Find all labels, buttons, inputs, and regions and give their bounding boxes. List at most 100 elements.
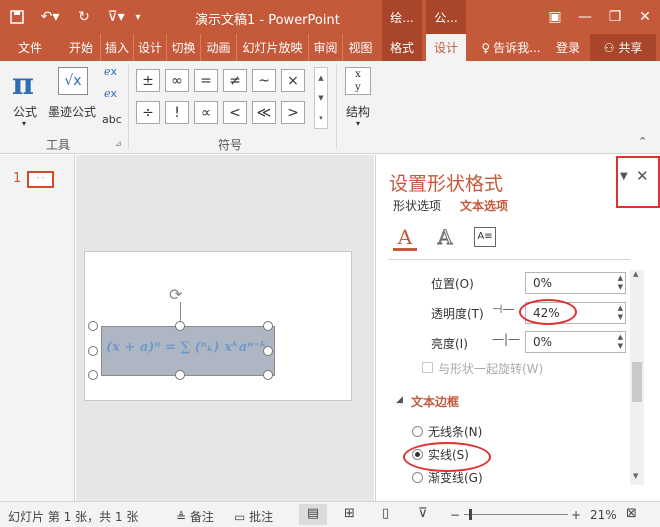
notes-icon: ≜ xyxy=(176,510,187,524)
symbol-greater-than[interactable]: > xyxy=(281,101,305,124)
tab-slideshow[interactable]: 幻灯片放映 xyxy=(236,34,308,61)
zoom-level[interactable]: 21% xyxy=(590,508,617,522)
radio-no-line[interactable] xyxy=(412,426,423,437)
gallery-scroll[interactable]: ▲ ▼ ▾ xyxy=(314,67,328,129)
text-fill-outline-icon[interactable]: A xyxy=(393,225,417,251)
textbox-icon[interactable]: A≡ xyxy=(474,227,496,247)
symbol-infinity[interactable]: ∞ xyxy=(165,69,189,92)
minimize-icon[interactable]: — xyxy=(570,0,600,34)
ribbon-tabs: 文件 开始 插入 设计 切换 动画 幻灯片放映 审阅 视图 格式 设计 ♀ 告诉… xyxy=(0,34,660,61)
symbol-times[interactable]: × xyxy=(281,69,305,92)
comments-button[interactable]: ▭ 批注 xyxy=(234,508,273,525)
tab-home[interactable]: 开始 xyxy=(64,34,98,61)
position-input[interactable]: 0% ▲ ▼ xyxy=(525,272,626,294)
close-window-icon[interactable]: ✕ xyxy=(630,0,660,34)
symbol-proportional[interactable]: ∝ xyxy=(194,101,218,124)
sign-in-link[interactable]: 登录 xyxy=(550,34,586,61)
save-icon[interactable] xyxy=(4,0,30,34)
brightness-input[interactable]: 0% ▲ ▼ xyxy=(525,331,626,353)
redo-icon[interactable]: ↻ xyxy=(72,0,96,34)
symbol-not-equal[interactable]: ≠ xyxy=(223,69,247,92)
slide-thumbnail[interactable]: - - xyxy=(27,171,54,188)
zoom-slider[interactable] xyxy=(464,514,568,515)
context-tab-equation[interactable]: 公... xyxy=(426,0,466,34)
tab-file[interactable]: 文件 xyxy=(4,34,56,61)
ink-equation-button[interactable]: √x 墨迹公式 xyxy=(48,65,100,125)
zoom-out-icon[interactable]: − xyxy=(450,508,460,522)
equation-button[interactable]: π 公式 ▾ xyxy=(8,65,46,131)
symbol-much-less[interactable]: ≪ xyxy=(252,101,276,124)
text-effects-icon[interactable]: A xyxy=(433,225,457,251)
symbol-less-than[interactable]: < xyxy=(223,101,247,124)
symbol-divide[interactable]: ÷ xyxy=(136,101,160,124)
fit-to-window-icon[interactable]: ⊠ xyxy=(626,506,637,521)
resize-handle-t[interactable] xyxy=(175,321,185,331)
slideshow-view-icon[interactable]: ⊽ xyxy=(418,506,428,521)
tab-animations[interactable]: 动画 xyxy=(200,34,236,61)
slideshow-icon[interactable]: ⊽▾ xyxy=(102,0,130,34)
resize-handle-tl[interactable] xyxy=(88,321,98,331)
slide-sorter-icon[interactable]: ⊞ xyxy=(344,506,355,521)
position-value: 0% xyxy=(533,276,553,290)
professional-format-icon[interactable]: ℯx xyxy=(104,65,117,78)
resize-handle-tr[interactable] xyxy=(263,321,273,331)
context-tab-drawing[interactable]: 绘... xyxy=(382,0,422,34)
notes-label: 备注 xyxy=(189,510,214,524)
resize-handle-b[interactable] xyxy=(175,370,185,380)
comment-icon: ▭ xyxy=(234,510,246,524)
tab-shape-options[interactable]: 形状选项 xyxy=(393,197,441,214)
spin-arrows-icon[interactable]: ▲ ▼ xyxy=(618,274,623,292)
pane-options-icon[interactable]: ▼ xyxy=(620,171,628,182)
tab-format[interactable]: 格式 xyxy=(382,34,422,61)
normal-view-icon[interactable]: ▤ xyxy=(299,504,327,525)
tab-insert[interactable]: 插入 xyxy=(100,34,133,61)
symbol-tilde[interactable]: ~ xyxy=(252,69,276,92)
tools-group-label: 工具 xyxy=(46,138,71,152)
tab-design[interactable]: 设计 xyxy=(133,34,166,61)
ribbon-display-icon[interactable]: ▣ xyxy=(540,0,570,34)
scroll-up-icon[interactable]: ▲ xyxy=(633,270,638,278)
tab-equation-design[interactable]: 设计 xyxy=(426,34,466,61)
transparency-slider[interactable]: ⊣— xyxy=(492,302,514,316)
window-title: 演示文稿1 - PowerPoint xyxy=(195,13,340,28)
tab-text-options[interactable]: 文本选项 xyxy=(460,197,508,214)
zoom-in-icon[interactable]: + xyxy=(571,508,581,522)
symbol-plus-minus[interactable]: ± xyxy=(136,69,160,92)
tell-me-search[interactable]: ♀ 告诉我... xyxy=(476,34,546,61)
collapse-section-icon[interactable]: ◢ xyxy=(396,395,403,405)
share-button[interactable]: ⚇ 共享 xyxy=(590,34,656,61)
tab-transitions[interactable]: 切换 xyxy=(166,34,200,61)
tab-view[interactable]: 视图 xyxy=(342,34,378,61)
linear-format-icon[interactable]: ℯx xyxy=(104,87,117,100)
restore-icon[interactable]: ❐ xyxy=(600,0,630,34)
symbol-factorial[interactable]: ! xyxy=(165,101,189,124)
tab-review[interactable]: 审阅 xyxy=(308,34,342,61)
dialog-launcher-icon[interactable]: ⊿ xyxy=(115,139,122,148)
slide[interactable]: ⟳ (x + a)ⁿ = ∑ (ⁿₖ) xᵏaⁿ⁻ᵏ xyxy=(84,251,352,401)
resize-handle-l[interactable] xyxy=(88,346,98,356)
radio-gradient-line[interactable] xyxy=(412,472,423,483)
symbols-gallery: ± ∞ = ≠ ~ × ÷ ! ∝ < ≪ > ▲ ▼ ▾ xyxy=(134,67,330,131)
text-border-section[interactable]: 文本边框 xyxy=(411,393,459,410)
reading-view-icon[interactable]: ▯ xyxy=(382,506,389,521)
scrollbar-thumb[interactable] xyxy=(632,362,642,402)
customize-qa-icon[interactable]: ▾ xyxy=(130,0,146,34)
equation-box[interactable]: (x + a)ⁿ = ∑ (ⁿₖ) xᵏaⁿ⁻ᵏ xyxy=(101,326,275,376)
brightness-slider[interactable]: —|— xyxy=(492,332,520,346)
resize-handle-r[interactable] xyxy=(263,346,273,356)
symbol-equals[interactable]: = xyxy=(194,69,218,92)
pane-scrollbar[interactable]: ▲ ▼ xyxy=(630,270,644,485)
spin-arrows-icon[interactable]: ▲ ▼ xyxy=(618,304,623,322)
structures-button[interactable]: xy 结构 ▾ xyxy=(340,65,378,131)
zoom-slider-thumb[interactable] xyxy=(469,509,472,520)
notes-button[interactable]: ≜ 备注 xyxy=(176,508,214,525)
resize-handle-bl[interactable] xyxy=(88,370,98,380)
scroll-down-icon[interactable]: ▼ xyxy=(633,472,638,480)
rotate-with-shape-checkbox[interactable] xyxy=(422,362,433,373)
close-pane-icon[interactable]: ✕ xyxy=(636,167,649,185)
undo-icon[interactable]: ↶▾ xyxy=(34,0,66,34)
normal-text-button[interactable]: abc xyxy=(102,113,122,126)
resize-handle-br[interactable] xyxy=(263,370,273,380)
spin-arrows-icon[interactable]: ▲ ▼ xyxy=(618,333,623,351)
collapse-ribbon-icon[interactable]: ⌃ xyxy=(638,135,647,148)
